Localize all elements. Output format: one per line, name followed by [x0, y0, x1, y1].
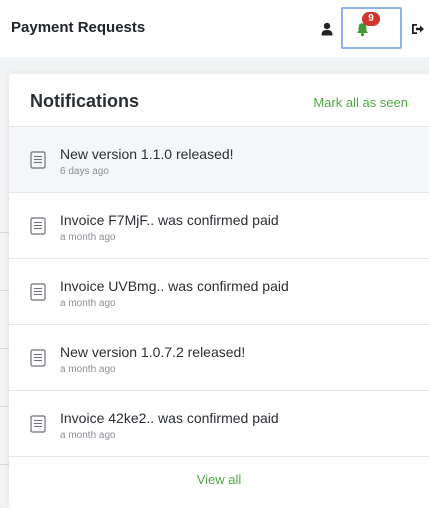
notifications-dropdown: Notifications Mark all as seen New versi…	[9, 74, 429, 508]
user-icon[interactable]	[320, 22, 334, 36]
notification-time: 6 days ago	[60, 166, 109, 177]
notification-time: a month ago	[60, 364, 116, 375]
notification-item[interactable]: New version 1.0.7.2 released! a month ag…	[9, 325, 429, 391]
notification-time: a month ago	[60, 430, 116, 441]
notification-item[interactable]: Invoice 42ke2.. was confirmed paid a mon…	[9, 391, 429, 457]
document-icon	[30, 283, 46, 301]
notification-time: a month ago	[60, 298, 116, 309]
view-all-link[interactable]: View all	[9, 472, 429, 487]
notification-text: New version 1.1.0 released!	[60, 146, 234, 162]
background-table-edge	[0, 57, 9, 508]
notification-count-badge: 9	[362, 12, 380, 26]
document-icon	[30, 217, 46, 235]
notification-item[interactable]: Invoice UVBmg.. was confirmed paid a mon…	[9, 259, 429, 325]
top-navbar: Payment Requests 9	[0, 0, 429, 57]
document-icon	[30, 415, 46, 433]
notification-text: New version 1.0.7.2 released!	[60, 344, 246, 360]
notifications-button[interactable]: 9	[341, 7, 402, 49]
mark-all-seen-link[interactable]: Mark all as seen	[313, 95, 408, 110]
document-icon	[30, 349, 46, 367]
notification-text: Invoice F7MjF.. was confirmed paid	[60, 212, 279, 228]
notification-text: Invoice 42ke2.. was confirmed paid	[60, 410, 279, 426]
app-title: Payment Requests	[11, 19, 146, 36]
notification-text: Invoice UVBmg.. was confirmed paid	[60, 278, 289, 294]
notifications-title: Notifications	[30, 91, 140, 111]
notification-item[interactable]: Invoice F7MjF.. was confirmed paid a mon…	[9, 193, 429, 259]
document-icon	[30, 151, 46, 169]
notification-time: a month ago	[60, 232, 116, 243]
notification-item[interactable]: New version 1.1.0 released! 6 days ago	[9, 127, 429, 193]
logout-icon[interactable]	[411, 22, 425, 36]
notifications-header: Notifications Mark all as seen	[9, 74, 429, 127]
